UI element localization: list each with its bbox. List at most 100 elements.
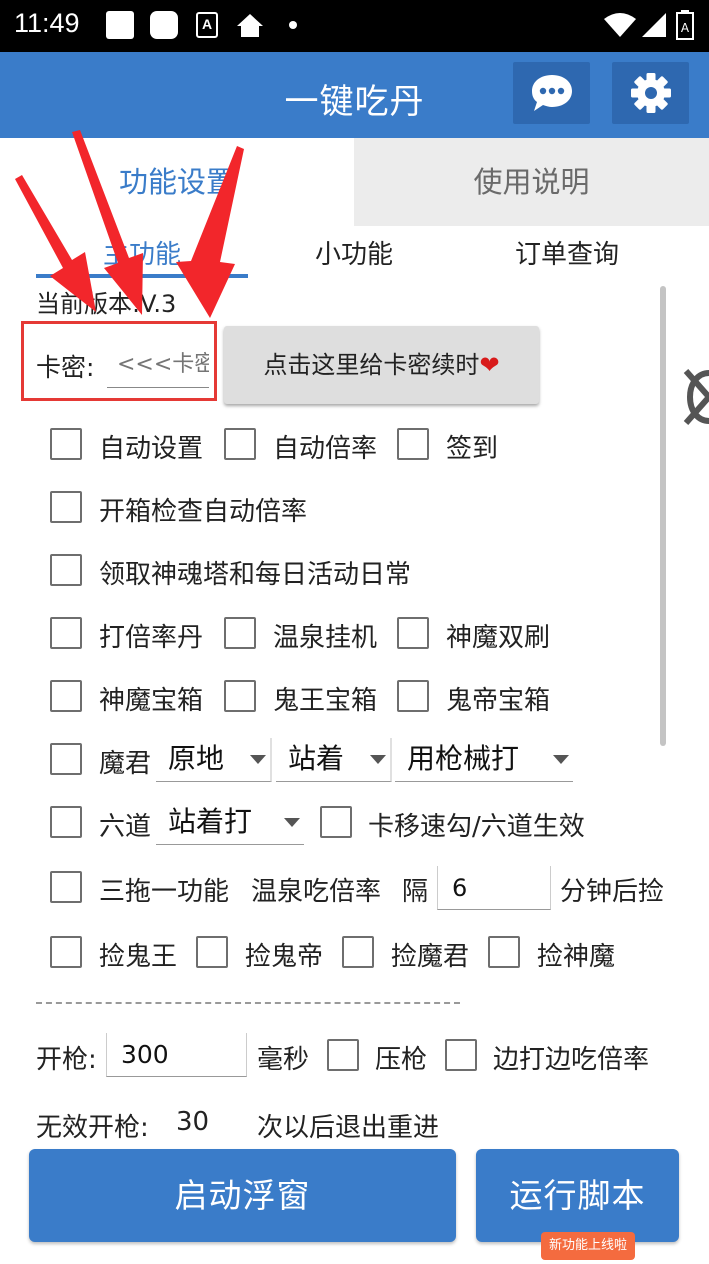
box-check-auto-rate-checkbox[interactable] (50, 491, 82, 523)
god-demon-double-checkbox[interactable] (397, 617, 429, 649)
floating-close-icon[interactable] (682, 365, 709, 429)
six-paths-checkbox[interactable] (50, 806, 82, 838)
chat-bubble-icon (532, 75, 572, 111)
demon-lord-stance-value: 站着 (288, 742, 345, 775)
box-check-auto-rate-label: 开箱检查自动倍率 (99, 497, 308, 527)
demon-lord-weapon-value: 用枪械打 (407, 742, 520, 775)
six-paths-label: 六道 (99, 812, 152, 842)
six-paths-mode-select[interactable]: 站着打 (156, 801, 304, 845)
new-feature-badge: 新功能上线啦 (541, 1232, 636, 1260)
invalid-fire-suffix: 次以后退出重进 (257, 1113, 440, 1143)
demon-lord-position-select[interactable]: 原地 (156, 738, 272, 782)
renew-button-label: 点击这里给卡密续时 (263, 351, 480, 379)
home-icon (237, 14, 263, 37)
sign-in-label: 签到 (446, 434, 499, 464)
pick-god-demon-checkbox[interactable] (488, 936, 520, 968)
fire-unit-label: 毫秒 (257, 1045, 310, 1075)
chevron-down-icon (250, 755, 266, 764)
three-drag-label: 三拖一功能 (99, 877, 230, 907)
auto-settings-label: 自动设置 (99, 434, 204, 464)
fire-label: 开枪: (36, 1045, 97, 1075)
tab-instructions[interactable]: 使用说明 (354, 138, 709, 226)
claim-tower-daily-label: 领取神魂塔和每日活动日常 (99, 560, 412, 590)
renew-card-key-button[interactable]: 点击这里给卡密续时❤ (224, 326, 539, 404)
scrollbar[interactable] (660, 286, 666, 746)
claim-tower-daily-checkbox[interactable] (50, 554, 82, 586)
demon-lord-checkbox[interactable] (50, 743, 82, 775)
interval-suffix-label: 分钟后捡 (560, 877, 665, 907)
ghost-king-chest-checkbox[interactable] (224, 680, 256, 712)
accessibility-a-icon: A (196, 12, 218, 38)
hot-spring-idle-checkbox[interactable] (224, 617, 256, 649)
ghost-king-chest-label: 鬼王宝箱 (273, 686, 378, 716)
start-float-window-button[interactable]: 启动浮窗 (29, 1149, 456, 1242)
gear-icon (631, 73, 671, 113)
god-demon-chest-checkbox[interactable] (50, 680, 82, 712)
hit-rate-pill-label: 打倍率丹 (99, 623, 204, 653)
demon-lord-weapon-select[interactable]: 用枪械打 (395, 738, 573, 782)
card-move-speed-checkbox[interactable] (320, 806, 352, 838)
run-script-button[interactable]: 运行脚本 (476, 1149, 679, 1242)
eat-while-fighting-label: 边打边吃倍率 (493, 1045, 650, 1075)
auto-settings-checkbox[interactable] (50, 428, 82, 460)
pick-god-demon-label: 捡神魔 (537, 942, 616, 972)
pick-ghost-emperor-label: 捡鬼帝 (245, 942, 324, 972)
app-bar: 一键吃丹 (0, 52, 709, 138)
auto-rate-label: 自动倍率 (273, 434, 378, 464)
pick-ghost-king-checkbox[interactable] (50, 936, 82, 968)
section-divider (36, 1002, 460, 1004)
version-label: 当前版本:V.3 (36, 290, 177, 318)
signal-icon (642, 13, 666, 37)
chevron-down-icon (553, 755, 569, 764)
status-time: 11:49 (14, 8, 80, 38)
battery-icon: A (676, 10, 694, 40)
card-key-input[interactable] (107, 342, 209, 388)
ghost-emperor-chest-checkbox[interactable] (397, 680, 429, 712)
fire-interval-input[interactable]: 300 (106, 1033, 247, 1077)
invalid-fire-label: 无效开枪: (36, 1113, 149, 1143)
heart-icon: ❤ (479, 351, 500, 379)
six-paths-mode-value: 站着打 (168, 805, 253, 838)
settings-button[interactable] (612, 62, 689, 124)
chat-button[interactable] (513, 62, 590, 124)
tab-function-settings[interactable]: 功能设置 (0, 138, 354, 226)
interval-minutes-input[interactable]: 6 (437, 866, 551, 910)
notification-app-icon (150, 11, 178, 39)
ghost-emperor-chest-label: 鬼帝宝箱 (446, 686, 551, 716)
auto-rate-checkbox[interactable] (224, 428, 256, 460)
sign-in-checkbox[interactable] (397, 428, 429, 460)
chevron-down-icon (284, 818, 300, 827)
pick-demon-lord-label: 捡魔君 (391, 942, 470, 972)
chevron-down-icon (370, 755, 386, 764)
status-bar: 11:49 A A (0, 0, 709, 52)
god-demon-chest-label: 神魔宝箱 (99, 686, 204, 716)
interval-prefix-label: 隔 (402, 877, 429, 907)
subtab-indicator (36, 274, 248, 278)
eat-while-fighting-checkbox[interactable] (445, 1039, 477, 1071)
app-title: 一键吃丹 (284, 82, 425, 122)
demon-lord-label: 魔君 (99, 749, 152, 779)
notification-square-icon (106, 11, 134, 39)
subtab-small[interactable]: 小功能 (254, 234, 454, 274)
recoil-label: 压枪 (375, 1045, 428, 1075)
pick-ghost-king-label: 捡鬼王 (99, 942, 178, 972)
three-drag-checkbox[interactable] (50, 871, 82, 903)
pick-demon-lord-checkbox[interactable] (342, 936, 374, 968)
hot-spring-rate-label: 温泉吃倍率 (251, 877, 382, 907)
card-key-label: 卡密: (36, 353, 95, 382)
card-move-speed-label: 卡移速勾/六道生效 (368, 812, 585, 842)
wifi-icon (604, 13, 636, 37)
recoil-checkbox[interactable] (327, 1039, 359, 1071)
top-tabs: 功能设置 使用说明 (0, 138, 709, 226)
invalid-fire-value[interactable]: 30 (176, 1107, 209, 1137)
god-demon-double-label: 神魔双刷 (446, 623, 551, 653)
pick-ghost-emperor-checkbox[interactable] (196, 936, 228, 968)
subtab-main[interactable]: 主功能 (36, 234, 248, 274)
demon-lord-stance-select[interactable]: 站着 (276, 738, 392, 782)
demon-lord-position-value: 原地 (168, 742, 225, 775)
svg-text:A: A (681, 21, 690, 35)
hit-rate-pill-checkbox[interactable] (50, 617, 82, 649)
dot-icon (289, 21, 297, 29)
hot-spring-idle-label: 温泉挂机 (273, 623, 378, 653)
subtab-order-query[interactable]: 订单查询 (462, 234, 672, 274)
